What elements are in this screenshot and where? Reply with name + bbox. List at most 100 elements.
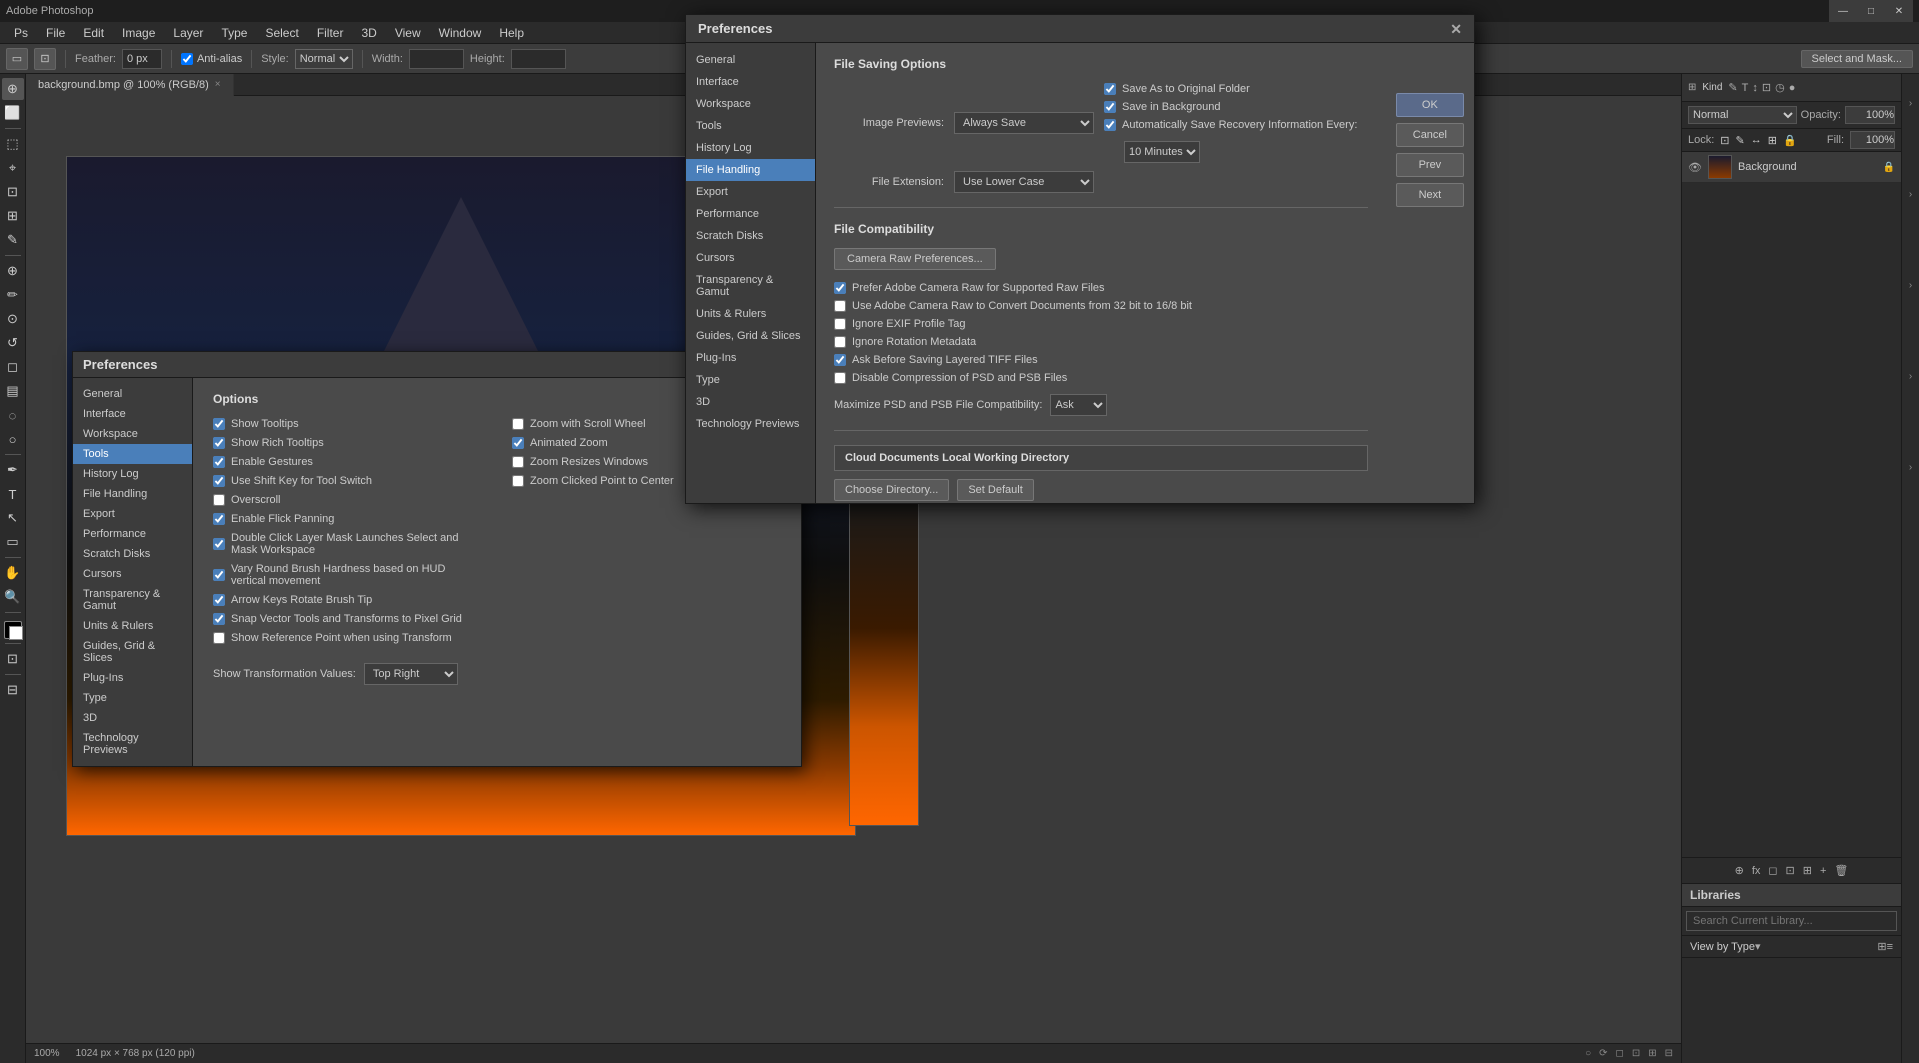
foreground-color[interactable] xyxy=(4,621,22,639)
pref-large-nav-general[interactable]: General xyxy=(686,49,815,71)
tool-move[interactable]: ⊕ xyxy=(2,78,24,100)
menu-view[interactable]: View xyxy=(387,24,429,42)
pref-large-nav-scratchdisks[interactable]: Scratch Disks xyxy=(686,225,815,247)
lock-artboard-icon[interactable]: ⊞ xyxy=(1768,134,1777,147)
minimize-btn[interactable]: — xyxy=(1829,0,1857,22)
arrow-right-3[interactable]: › xyxy=(1909,280,1912,291)
pref-large-nav-transparency[interactable]: Transparency & Gamut xyxy=(686,269,815,303)
check-zoom-resize-input[interactable] xyxy=(512,456,524,468)
tool-blur[interactable]: ◌ xyxy=(2,404,24,426)
check-rich-tooltips-input[interactable] xyxy=(213,437,225,449)
arrow-right-1[interactable]: › xyxy=(1909,98,1912,109)
pref-nav-performance[interactable]: Performance xyxy=(73,524,192,544)
tool-object-select[interactable]: ⊡ xyxy=(2,181,24,203)
layers-icon2[interactable]: T xyxy=(1742,82,1749,94)
check-overscroll-input[interactable] xyxy=(213,494,225,506)
tab-close-btn[interactable]: × xyxy=(215,74,221,96)
menu-3d[interactable]: 3D xyxy=(353,24,384,42)
pref-nav-cursors[interactable]: Cursors xyxy=(73,564,192,584)
close-btn[interactable]: ✕ xyxy=(1885,0,1913,22)
tool-pen[interactable]: ✒ xyxy=(2,459,24,481)
opacity-input[interactable] xyxy=(1845,106,1895,124)
tool-heal[interactable]: ⊕ xyxy=(2,260,24,282)
pref-large-close-btn[interactable]: ✕ xyxy=(1450,22,1462,36)
ignore-exif-check[interactable] xyxy=(834,318,846,330)
pref-large-nav-workspace[interactable]: Workspace xyxy=(686,93,815,115)
tool-gradient[interactable]: ▤ xyxy=(2,380,24,402)
tool-clone[interactable]: ⊙ xyxy=(2,308,24,330)
use-acr-check[interactable] xyxy=(834,300,846,312)
layers-mask-icon[interactable]: ◻ xyxy=(1768,864,1777,877)
status-icon1[interactable]: ○ xyxy=(1585,1048,1591,1059)
arrow-right-2[interactable]: › xyxy=(1909,189,1912,200)
blend-mode-select[interactable]: Normal xyxy=(1688,106,1797,124)
pref-next-btn[interactable]: Next xyxy=(1396,183,1464,207)
layer-background-row[interactable]: 👁 Background 🔒 xyxy=(1682,152,1901,183)
check-arrow-keys-input[interactable] xyxy=(213,594,225,606)
tool-screen-mode[interactable]: ⊟ xyxy=(2,679,24,701)
check-ref-point-input[interactable] xyxy=(213,632,225,644)
tool-zoom[interactable]: 🔍 xyxy=(2,586,24,608)
pref-nav-interface[interactable]: Interface xyxy=(73,404,192,424)
layers-new-icon[interactable]: + xyxy=(1820,865,1826,877)
lock-all-icon[interactable]: 🔒 xyxy=(1783,134,1797,147)
status-icon6[interactable]: ⊟ xyxy=(1665,1048,1673,1059)
status-icon2[interactable]: ⟳ xyxy=(1599,1048,1607,1059)
pref-nav-techprev[interactable]: Technology Previews xyxy=(73,728,192,760)
check-animated-zoom-input[interactable] xyxy=(512,437,524,449)
pref-large-nav-techprev[interactable]: Technology Previews xyxy=(686,413,815,435)
pref-large-nav-type[interactable]: Type xyxy=(686,369,815,391)
ask-tiff-check[interactable] xyxy=(834,354,846,366)
check-shift-key-input[interactable] xyxy=(213,475,225,487)
check-snap-vector-input[interactable] xyxy=(213,613,225,625)
ignore-rotation-check[interactable] xyxy=(834,336,846,348)
camera-raw-btn[interactable]: Camera Raw Preferences... xyxy=(834,248,996,270)
layers-icon6[interactable]: ● xyxy=(1789,82,1796,94)
chevron-down-icon[interactable]: ▾ xyxy=(1755,940,1761,953)
pref-large-nav-cursors[interactable]: Cursors xyxy=(686,247,815,269)
anti-alias-check[interactable] xyxy=(181,53,193,65)
pref-large-nav-interface[interactable]: Interface xyxy=(686,71,815,93)
status-icon4[interactable]: ⊡ xyxy=(1632,1048,1640,1059)
pref-large-nav-export[interactable]: Export xyxy=(686,181,815,203)
feather-input[interactable] xyxy=(122,49,162,69)
layers-adj-icon[interactable]: ⊡ xyxy=(1786,864,1795,877)
tool-dodge[interactable]: ○ xyxy=(2,428,24,450)
transform-select[interactable]: Top Right Bottom Right Top Left Bottom L… xyxy=(364,663,458,685)
pref-nav-units[interactable]: Units & Rulers xyxy=(73,616,192,636)
tool-artboard[interactable]: ⬜ xyxy=(2,102,24,124)
layers-icon3[interactable]: ↕ xyxy=(1752,82,1758,94)
menu-ps-icon[interactable]: Ps xyxy=(6,24,36,42)
tool-text[interactable]: T xyxy=(2,483,24,505)
pref-nav-guides[interactable]: Guides, Grid & Slices xyxy=(73,636,192,668)
prefer-acr-check[interactable] xyxy=(834,282,846,294)
layers-fx-icon[interactable]: fx xyxy=(1752,865,1761,877)
tool-brush[interactable]: ✏ xyxy=(2,284,24,306)
pref-large-nav-plugins[interactable]: Plug-Ins xyxy=(686,347,815,369)
pref-large-nav-units[interactable]: Units & Rulers xyxy=(686,303,815,325)
check-show-tooltips-input[interactable] xyxy=(213,418,225,430)
menu-file[interactable]: File xyxy=(38,24,73,42)
file-ext-select[interactable]: Use Lower Case Use Upper Case xyxy=(954,171,1094,193)
status-icon5[interactable]: ⊞ xyxy=(1648,1048,1656,1059)
maximize-compat-select[interactable]: Never Always Ask xyxy=(1050,394,1107,416)
layers-icon4[interactable]: ⊡ xyxy=(1762,81,1771,94)
layers-icon5[interactable]: ◷ xyxy=(1775,81,1785,94)
canvas-tab[interactable]: background.bmp @ 100% (RGB/8) × xyxy=(26,74,234,96)
pref-nav-transparency[interactable]: Transparency & Gamut xyxy=(73,584,192,616)
view-list-btn[interactable]: ≡ xyxy=(1887,941,1893,953)
pref-nav-general[interactable]: General xyxy=(73,384,192,404)
layers-link-icon[interactable]: ⊕ xyxy=(1735,864,1744,877)
layers-delete-icon[interactable]: 🗑 xyxy=(1834,864,1848,877)
tool-lasso[interactable]: ⌖ xyxy=(2,157,24,179)
menu-type[interactable]: Type xyxy=(213,24,255,42)
tool-hand[interactable]: ✋ xyxy=(2,562,24,584)
check-gestures-input[interactable] xyxy=(213,456,225,468)
choose-dir-btn[interactable]: Choose Directory... xyxy=(834,479,949,501)
pref-nav-filehandling[interactable]: File Handling xyxy=(73,484,192,504)
save-in-bg-check[interactable] xyxy=(1104,101,1116,113)
pref-large-nav-3d[interactable]: 3D xyxy=(686,391,815,413)
check-flick-panning-input[interactable] xyxy=(213,513,225,525)
pref-large-nav-historylog[interactable]: History Log xyxy=(686,137,815,159)
pref-nav-historylog[interactable]: History Log xyxy=(73,464,192,484)
